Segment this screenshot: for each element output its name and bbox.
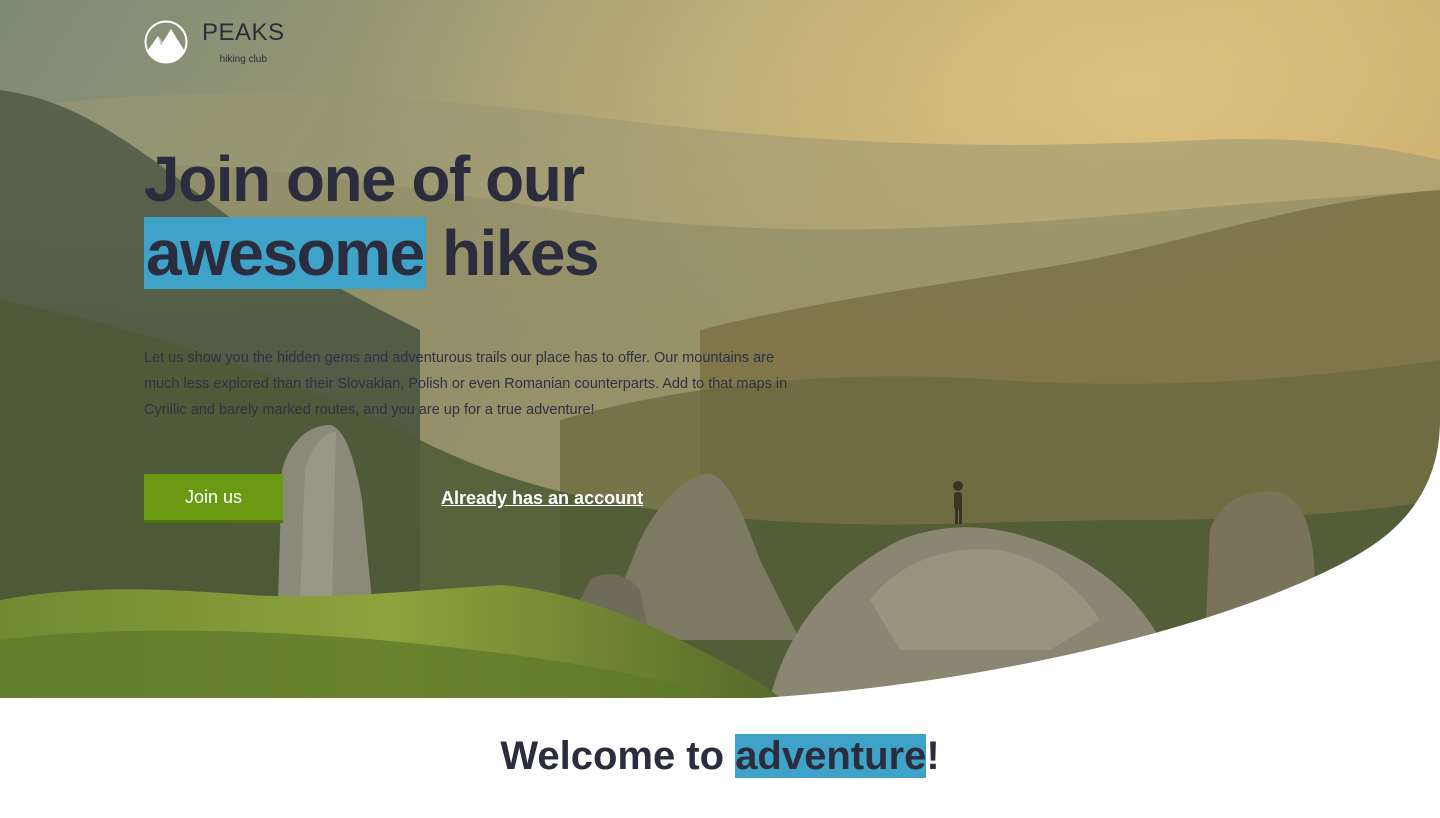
hero-title-line1: Join one of our [144,143,585,215]
welcome-highlight: adventure [735,734,927,778]
hero-title: Join one of our awesome hikes [144,142,600,290]
join-us-button[interactable]: Join us [144,474,283,523]
brand-text: PEAKS hiking club [202,18,285,66]
brand-tagline: hiking club [219,54,267,65]
hero-section: PEAKS hiking club Join one of our awesom… [0,0,1440,698]
hero-description: Let us show you the hidden gems and adve… [144,350,788,418]
welcome-suffix: ! [926,734,940,778]
mountain-icon [144,20,188,64]
hero-title-highlight: awesome [144,217,426,289]
brand-name: PEAKS [202,19,285,46]
already-has-account-link[interactable]: Already has an account [441,488,643,509]
brand-logo[interactable]: PEAKS hiking club [144,18,285,66]
hero-title-rest: hikes [441,217,600,289]
welcome-heading: Welcome to adventure! [0,731,1440,781]
welcome-prefix: Welcome to [500,734,736,778]
